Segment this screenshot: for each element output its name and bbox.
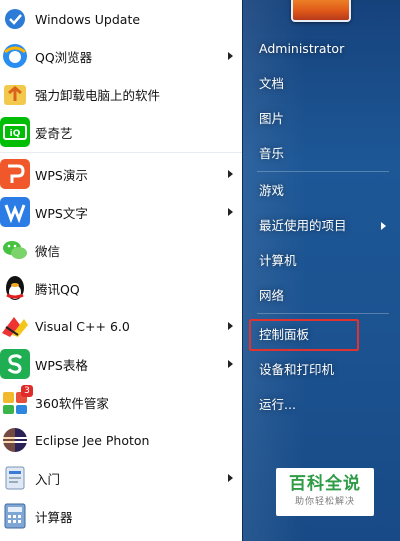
wps-presentation-icon bbox=[0, 159, 30, 189]
right-item-label: 最近使用的项目 bbox=[259, 218, 347, 233]
program-label: QQ浏览器 bbox=[35, 49, 93, 65]
notification-badge: 3 bbox=[21, 385, 33, 397]
right-item-devices-printers[interactable]: 设备和打印机 bbox=[259, 360, 389, 380]
uninstall-box-icon bbox=[0, 79, 30, 109]
divider bbox=[0, 152, 242, 153]
program-item-wechat[interactable]: 微信 bbox=[0, 231, 242, 269]
program-label: 入门 bbox=[35, 471, 61, 487]
iqiyi-icon: iQ bbox=[0, 117, 30, 147]
program-item-uninstall[interactable]: 强力卸载电脑上的软件 bbox=[0, 75, 242, 113]
watermark-logo: 百科全说 助你轻松解决 bbox=[276, 468, 374, 516]
right-item-pictures[interactable]: 图片 bbox=[259, 109, 389, 129]
program-item-wps-writer[interactable]: WPS文字 bbox=[0, 193, 242, 231]
right-item-run[interactable]: 运行... bbox=[259, 395, 389, 415]
visual-cpp-icon bbox=[0, 311, 30, 341]
program-label: Visual C++ 6.0 bbox=[35, 318, 130, 334]
right-item-user[interactable]: Administrator bbox=[259, 39, 389, 59]
wechat-icon bbox=[0, 235, 30, 265]
programs-list: Windows Update QQ浏览器 强力卸载电脑上的软件 iQ 爱奇艺 W… bbox=[0, 0, 242, 541]
program-label: 爱奇艺 bbox=[35, 125, 73, 141]
program-label: WPS文字 bbox=[35, 205, 88, 221]
submenu-arrow-icon bbox=[228, 52, 233, 60]
divider bbox=[257, 313, 389, 314]
divider bbox=[257, 171, 389, 172]
calculator-icon bbox=[0, 501, 30, 531]
submenu-arrow-icon bbox=[228, 360, 233, 368]
program-item-360-software-manager[interactable]: 3 360软件管家 bbox=[0, 383, 242, 421]
program-label: 微信 bbox=[35, 243, 61, 259]
submenu-arrow-icon bbox=[228, 170, 233, 178]
right-item-documents[interactable]: 文档 bbox=[259, 74, 389, 94]
right-item-computer[interactable]: 计算机 bbox=[259, 251, 389, 271]
watermark-title: 百科全说 bbox=[289, 474, 361, 494]
right-item-games[interactable]: 游戏 bbox=[259, 181, 389, 201]
watermark-subtitle: 助你轻松解决 bbox=[294, 497, 355, 507]
eclipse-icon bbox=[0, 425, 30, 455]
program-label: 360软件管家 bbox=[35, 395, 109, 411]
program-label: 强力卸载电脑上的软件 bbox=[35, 87, 161, 103]
program-item-iqiyi[interactable]: iQ 爱奇艺 bbox=[0, 113, 242, 151]
program-item-qq-browser[interactable]: QQ浏览器 bbox=[0, 37, 242, 75]
program-label: Windows Update bbox=[35, 11, 141, 27]
user-avatar[interactable] bbox=[291, 0, 351, 22]
qq-penguin-icon bbox=[0, 273, 30, 303]
program-item-visual-cpp[interactable]: Visual C++ 6.0 bbox=[0, 307, 242, 345]
submenu-arrow-icon bbox=[228, 322, 233, 330]
program-item-tencent-qq[interactable]: 腾讯QQ bbox=[0, 269, 242, 307]
program-item-calculator[interactable]: 计算器 bbox=[0, 497, 242, 535]
highlight-box bbox=[249, 319, 359, 351]
program-label: WPS表格 bbox=[35, 357, 88, 373]
submenu-arrow-icon bbox=[381, 222, 386, 230]
windows-update-icon bbox=[0, 4, 30, 34]
program-item-wps-presentation[interactable]: WPS演示 bbox=[0, 155, 242, 193]
wps-spreadsheet-icon bbox=[0, 349, 30, 379]
right-item-music[interactable]: 音乐 bbox=[259, 144, 389, 164]
program-label: 计算器 bbox=[35, 509, 73, 525]
submenu-arrow-icon bbox=[228, 208, 233, 216]
program-label: Eclipse Jee Photon bbox=[35, 432, 150, 448]
start-menu-right-pane: Administrator 文档 图片 音乐 游戏 最近使用的项目 计算机 网络… bbox=[242, 0, 400, 541]
program-item-windows-update[interactable]: Windows Update bbox=[0, 0, 242, 38]
getting-started-icon bbox=[0, 463, 30, 493]
submenu-arrow-icon bbox=[228, 474, 233, 482]
right-item-network[interactable]: 网络 bbox=[259, 286, 389, 306]
program-item-eclipse[interactable]: Eclipse Jee Photon bbox=[0, 421, 242, 459]
svg-text:iQ: iQ bbox=[10, 129, 21, 139]
program-item-getting-started[interactable]: 入门 bbox=[0, 459, 242, 497]
wps-writer-icon bbox=[0, 197, 30, 227]
right-item-recent-items[interactable]: 最近使用的项目 bbox=[259, 216, 389, 236]
qq-browser-icon bbox=[0, 41, 30, 71]
360-software-manager-icon: 3 bbox=[0, 385, 33, 417]
program-label: WPS演示 bbox=[35, 167, 88, 183]
program-item-wps-spreadsheet[interactable]: WPS表格 bbox=[0, 345, 242, 383]
program-label: 腾讯QQ bbox=[35, 281, 80, 297]
